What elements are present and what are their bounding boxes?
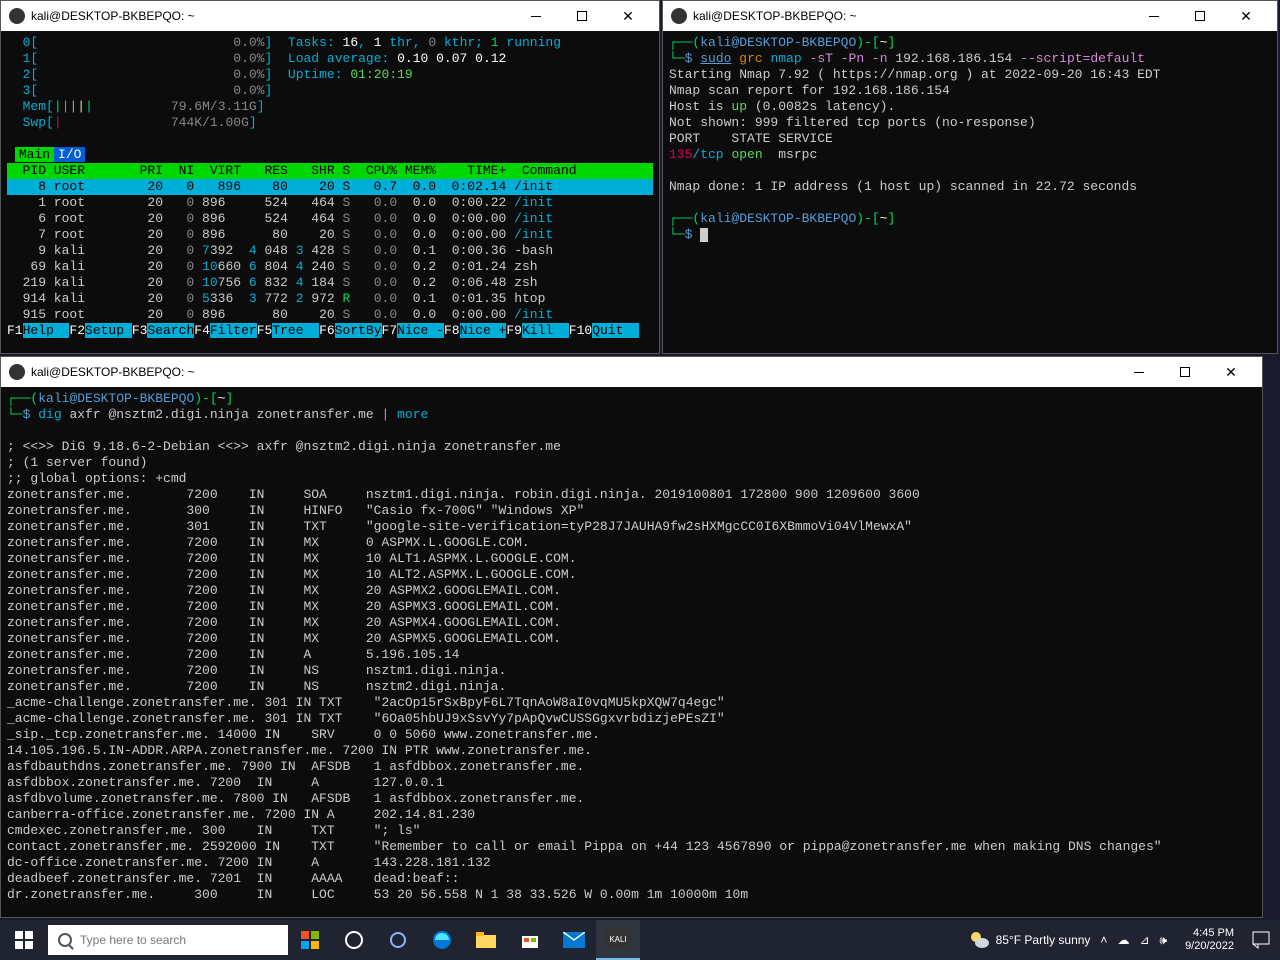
- weather-temp: 85°F: [996, 933, 1021, 947]
- dig-terminal[interactable]: ┌──(kali@DESKTOP-BKBEPQO)-[~] └─$ dig ax…: [1, 387, 1262, 917]
- dig-window: kali@DESKTOP-BKBEPQO: ~ ✕ ┌──(kali@DESKT…: [0, 356, 1263, 918]
- htop-terminal[interactable]: 0[ 0.0%] Tasks: 16, 1 thr, 0 kthr; 1 run…: [1, 31, 659, 353]
- tux-icon: [9, 8, 25, 24]
- mail-icon[interactable]: [552, 920, 596, 960]
- htop-titlebar[interactable]: kali@DESKTOP-BKBEPQO: ~ ✕: [1, 1, 659, 31]
- explorer-icon[interactable]: [464, 920, 508, 960]
- nmap-titlebar[interactable]: kali@DESKTOP-BKBEPQO: ~ ✕: [663, 1, 1277, 31]
- close-button[interactable]: ✕: [1223, 1, 1269, 31]
- minimize-button[interactable]: [1131, 1, 1177, 31]
- kali-task-icon[interactable]: KALI: [596, 920, 640, 960]
- htop-window: kali@DESKTOP-BKBEPQO: ~ ✕ 0[ 0.0%] Tasks…: [0, 0, 660, 354]
- notification-icon[interactable]: [1252, 931, 1270, 949]
- dig-titlebar[interactable]: kali@DESKTOP-BKBEPQO: ~ ✕: [1, 357, 1262, 387]
- minimize-button[interactable]: [1116, 357, 1162, 387]
- nmap-window: kali@DESKTOP-BKBEPQO: ~ ✕ ┌──(kali@DESKT…: [662, 0, 1278, 354]
- search-placeholder: Type here to search: [80, 933, 186, 947]
- tray-cloud-icon[interactable]: ☁: [1117, 933, 1129, 947]
- htop-title: kali@DESKTOP-BKBEPQO: ~: [31, 9, 513, 23]
- meet-now-icon[interactable]: [288, 920, 332, 960]
- taskbar: Type here to search KALI 85°F Partly sun…: [0, 920, 1280, 960]
- search-box[interactable]: Type here to search: [48, 925, 288, 955]
- nmap-terminal[interactable]: ┌──(kali@DESKTOP-BKBEPQO)-[~] └─$ sudo g…: [663, 31, 1277, 353]
- clock[interactable]: 4:45 PM 9/20/2022: [1177, 927, 1242, 953]
- weather-cond: Partly sunny: [1024, 933, 1090, 947]
- dig-title: kali@DESKTOP-BKBEPQO: ~: [31, 365, 1116, 379]
- tray-wifi-icon[interactable]: ⊿: [1139, 933, 1149, 947]
- edge-icon[interactable]: [420, 920, 464, 960]
- task-view-icon[interactable]: [332, 920, 376, 960]
- cortana-icon[interactable]: [376, 920, 420, 960]
- weather-icon: [968, 929, 990, 951]
- tray-chevron-icon[interactable]: ˄: [1100, 933, 1107, 947]
- tux-icon: [9, 364, 25, 380]
- maximize-button[interactable]: [1162, 357, 1208, 387]
- tray-volume-icon[interactable]: 🕪: [1160, 933, 1168, 948]
- start-button[interactable]: [0, 920, 48, 960]
- search-icon: [58, 933, 72, 947]
- nmap-title: kali@DESKTOP-BKBEPQO: ~: [693, 9, 1131, 23]
- tux-icon: [671, 8, 687, 24]
- clock-time: 4:45 PM: [1185, 927, 1234, 940]
- clock-date: 9/20/2022: [1185, 940, 1234, 953]
- maximize-button[interactable]: [1177, 1, 1223, 31]
- minimize-button[interactable]: [513, 1, 559, 31]
- close-button[interactable]: ✕: [1208, 357, 1254, 387]
- maximize-button[interactable]: [559, 1, 605, 31]
- store-icon[interactable]: [508, 920, 552, 960]
- weather-widget[interactable]: 85°F Partly sunny: [968, 929, 1091, 951]
- close-button[interactable]: ✕: [605, 1, 651, 31]
